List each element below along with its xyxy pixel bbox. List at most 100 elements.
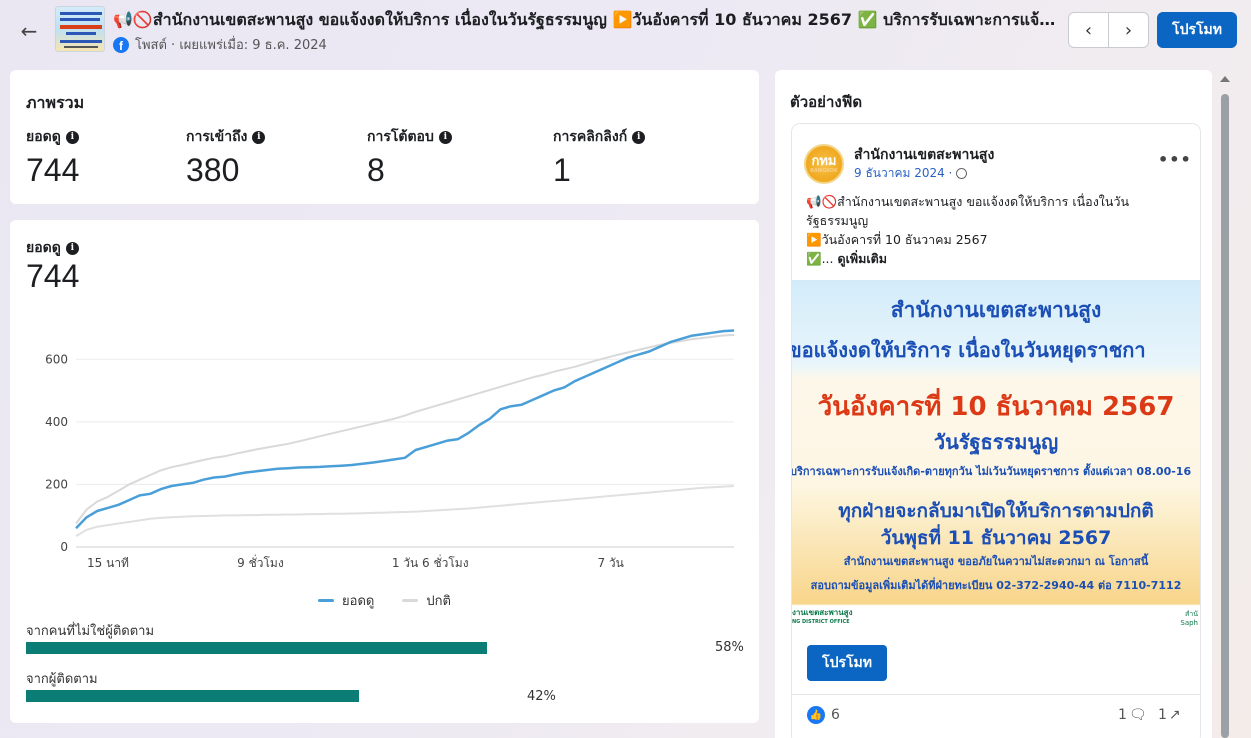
metric-label: ยอดดู [26, 129, 61, 145]
metric-reach: การเข้าถึง i 380 [186, 126, 266, 189]
follower-percent: 42% [527, 689, 556, 704]
image-heading: สำนักงานเขตสะพานสูง [890, 298, 1102, 322]
image-service-note: บริการเฉพาะการรับแจ้งเกิด-ตายทุกวัน ไม่เ… [792, 465, 1192, 478]
x-tick-label: 9 ชั่วโมง [237, 554, 284, 570]
post-text-line: ✅... [806, 251, 834, 266]
preview-scrollbar-thumb[interactable] [1221, 94, 1229, 738]
post-text: 📢🚫สำนักงานเขตสะพานสูง ขอแจ้งงดให้บริการ … [806, 192, 1186, 268]
divider [792, 694, 1200, 695]
legend-swatch [402, 599, 419, 602]
overview-title: ภาพรวม [26, 93, 85, 112]
metric-value: 744 [26, 152, 80, 188]
more-options-icon[interactable]: ••• [1158, 150, 1192, 169]
feed-post: กทม BANGKOK สำนักงานเขตสะพานสูง 9 ธันวาคม… [792, 124, 1200, 738]
promote-button[interactable]: โปรโมท [1157, 12, 1237, 48]
share-icon: ↗ [1168, 707, 1181, 723]
post-text-line: 📢🚫สำนักงานเขตสะพานสูง ขอแจ้งงดให้บริการ … [806, 194, 1130, 209]
comment-count-value: 1 [1118, 707, 1127, 723]
next-post-button[interactable]: › [1108, 12, 1149, 48]
views-line-chart[interactable]: 0 200 400 600 15 นาที 9 ชั่วโมง 1 วัน 6 ชั่วโม… [10, 220, 759, 590]
y-tick-label: 400 [45, 415, 68, 429]
see-more-link[interactable]: ดูเพิ่มเติม [837, 251, 887, 266]
metric-interactions: การโต้ตอบ i 8 [367, 126, 452, 189]
x-tick-label: 1 วัน 6 ชั่วโมง [392, 554, 469, 570]
image-footer-right: สำนั Saph [1180, 610, 1198, 628]
globe-icon [956, 168, 968, 179]
post-meta: f โพสต์ · เผยแพร่เมื่อ: 9 ธ.ค. 2024 [113, 34, 327, 55]
post-title: 📢🚫สำนักงานเขตสะพานสูง ขอแจ้งงดให้บริการ … [113, 10, 1058, 29]
legend-swatch [318, 599, 335, 602]
chart-legend: ยอดดู ปกติ [10, 590, 759, 611]
y-tick-label: 600 [45, 352, 68, 366]
metric-label: การเข้าถึง [186, 129, 248, 145]
metric-value: 1 [553, 152, 571, 188]
image-footer-office-sub: NG DISTRICT OFFICE [792, 619, 850, 625]
image-footer-office-name: งานเขตสะพานสูง [792, 608, 853, 617]
legend-label: ยอดดู [342, 594, 375, 609]
follower-label: จากผู้ติดตาม [26, 672, 98, 687]
share-count-value: 1 [1158, 707, 1167, 723]
post-text-line: รัฐธรรมนูญ [806, 213, 869, 228]
metric-value: 380 [186, 152, 240, 188]
y-tick-label: 0 [60, 540, 68, 554]
image-contact: สอบถามข้อมูลเพิ่มเติมได้ที่ฝ่ายทะเบียน 0… [810, 579, 1182, 592]
legend-label: ปกติ [426, 594, 451, 609]
legend-item-views[interactable]: ยอดดู [318, 590, 374, 611]
info-icon[interactable]: i [632, 130, 646, 144]
page-avatar[interactable]: กทม BANGKOK [804, 144, 844, 184]
info-icon[interactable]: i [65, 130, 79, 144]
non-follower-bar-fill [26, 642, 487, 654]
avatar-text: กทม [811, 153, 837, 169]
share-count[interactable]: 1 ↗ [1158, 707, 1181, 723]
image-reopen-date: วันพุธที่ 11 ธันวาคม 2567 [880, 527, 1112, 549]
back-arrow-icon[interactable]: ← [16, 18, 42, 44]
legend-item-typical[interactable]: ปกติ [402, 590, 451, 611]
metric-link-clicks: การคลิกลิงก์ i 1 [553, 126, 646, 189]
image-footer-right-1: สำนั [1185, 610, 1198, 618]
post-promote-button[interactable]: โปรโมท [807, 645, 887, 681]
post-image[interactable]: สำนักงานเขตสะพานสูง ขอแจ้งงดให้บริการ เน… [792, 280, 1200, 632]
x-tick-label: 7 วัน [597, 556, 623, 570]
image-subheading: ขอแจ้งงดให้บริการ เนื่องในวันหยุดราชกา [792, 338, 1146, 362]
non-follower-percent: 58% [715, 640, 744, 655]
comment-icon: 🗨 [1128, 707, 1147, 723]
metric-label: การโต้ตอบ [367, 129, 434, 145]
image-date-line: วันอังคารที่ 10 ธันวาคม 2567 [817, 392, 1175, 422]
follower-bar-fill [26, 690, 360, 702]
y-tick-label: 200 [45, 477, 68, 491]
previous-post-button[interactable]: ‹ [1068, 12, 1109, 48]
post-meta-text: โพสต์ · เผยแพร่เมื่อ: 9 ธ.ค. 2024 [135, 38, 327, 53]
metric-label: การคลิกลิงก์ [553, 129, 628, 145]
like-icon[interactable]: 👍 [807, 706, 825, 724]
image-apology: สำนักงานเขตสะพานสูง ขออภัยในความไม่สะดวก… [843, 555, 1149, 568]
post-header: ← 📢🚫สำนักงานเขตสะพานสูง ขอแจ้งงดให้บริกา… [0, 0, 1251, 64]
series-typical [75, 333, 735, 525]
scroll-up-arrow-icon[interactable] [1220, 76, 1230, 82]
facebook-icon: f [113, 36, 129, 53]
post-thumbnail [55, 6, 105, 52]
metric-value: 8 [367, 152, 385, 188]
views-card: ยอดดู i 744 0 200 400 600 15 นาที 9 ชั่วโมง 1 … [10, 220, 759, 723]
feed-preview-title: ตัวอย่างฟีด [790, 93, 863, 111]
series-views [75, 329, 735, 530]
overview-card: ภาพรวม ยอดดู i 744 การเข้าถึง i 380 การโต้… [10, 70, 759, 204]
image-reopen-line: ทุกฝ่ายจะกลับมาเปิดให้บริการตามปกติ [838, 500, 1154, 522]
info-icon[interactable]: i [252, 130, 266, 144]
non-follower-label: จากคนที่ไม่ใช่ผู้ติดตาม [26, 624, 155, 639]
post-date[interactable]: 9 ธันวาคม 2024 · [854, 164, 968, 183]
post-date-text: 9 ธันวาคม 2024 · [854, 166, 953, 180]
series-followers-baseline [75, 485, 735, 537]
comment-count[interactable]: 1 🗨 [1118, 707, 1147, 723]
image-footer-office: งานเขตสะพานสูง NG DISTRICT OFFICE [792, 606, 852, 625]
image-holiday-name: วันรัฐธรรมนูญ [933, 430, 1059, 454]
follower-bar [26, 690, 707, 702]
chevron-right-icon: › [1124, 19, 1133, 41]
image-footer-right-2: Saph [1180, 619, 1198, 627]
like-count: 6 [831, 707, 840, 723]
chevron-left-icon: ‹ [1084, 19, 1093, 41]
post-text-line: ▶️วันอังคารที่ 10 ธันวาคม 2567 [806, 232, 988, 247]
non-follower-bar [26, 642, 707, 654]
page-name[interactable]: สำนักงานเขตสะพานสูง [854, 144, 994, 166]
metric-views: ยอดดู i 744 [26, 126, 79, 189]
info-icon[interactable]: i [438, 130, 452, 144]
